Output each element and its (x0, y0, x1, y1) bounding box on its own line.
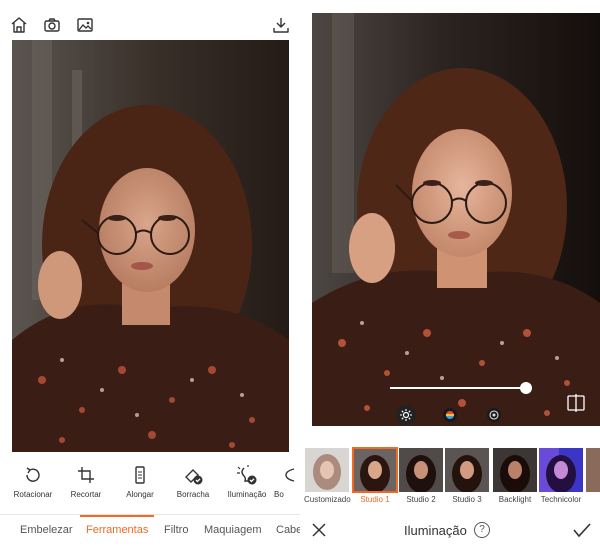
lighting-bottom-bar: Iluminação ? (300, 514, 600, 548)
filter-label: Studio 1 (360, 495, 390, 504)
editor-tools-screen: Rotacionar Recortar Alongar Borracha Ilu… (0, 0, 300, 548)
brightness-icon[interactable] (396, 405, 416, 425)
category-tabs: Embelezar Ferramentas Filtro Maquiagem C… (0, 514, 300, 548)
filter-thumbnail (399, 448, 443, 492)
confirm-icon[interactable] (572, 521, 592, 539)
filter-label: Studio 2 (406, 495, 436, 504)
tab-cabelo[interactable]: Cabe (276, 524, 300, 536)
filter-thumbnail (352, 447, 398, 493)
screen-title: Iluminação (404, 523, 467, 538)
eraser-icon (166, 462, 220, 488)
help-icon[interactable]: ? (474, 522, 490, 538)
cutoff-icon (274, 462, 300, 488)
rotate-icon (6, 462, 60, 488)
lighting-editor-screen: Customizado Studio 1 Studio 2 Studio 3 B… (300, 0, 600, 548)
filter-backlight[interactable]: Backlight (492, 448, 538, 504)
active-tab-indicator (80, 515, 154, 517)
lighting-filter-strip: Customizado Studio 1 Studio 2 Studio 3 B… (300, 447, 600, 508)
tab-ferramentas[interactable]: Ferramentas (86, 524, 148, 536)
portrait-photo (12, 40, 289, 452)
filter-thumbnail (445, 448, 489, 492)
filter-studio-3[interactable]: Studio 3 (444, 448, 490, 504)
tool-lighting[interactable]: Iluminação (220, 462, 274, 510)
filter-studio-1[interactable]: Studio 1 (352, 447, 398, 504)
filter-thumbnail (493, 448, 537, 492)
download-icon[interactable] (270, 14, 292, 36)
home-icon[interactable] (8, 14, 30, 36)
tool-label: Iluminação (227, 490, 267, 499)
gallery-icon[interactable] (74, 14, 96, 36)
filter-label: Backlight (498, 495, 532, 504)
filter-thumbnail (586, 448, 600, 492)
tools-row: Rotacionar Recortar Alongar Borracha Ilu… (0, 462, 300, 510)
portrait-photo-lit (312, 13, 600, 426)
tab-filtro[interactable]: Filtro (164, 524, 188, 536)
tab-maquiagem[interactable]: Maquiagem (204, 524, 261, 536)
lens-icon[interactable] (484, 405, 504, 425)
tool-stretch[interactable]: Alongar (113, 462, 167, 510)
filter-partial[interactable] (586, 448, 600, 492)
tool-partial[interactable]: Bo (274, 462, 300, 510)
filter-thumbnail (305, 448, 349, 492)
filter-label: Technicolor (540, 495, 582, 504)
tool-label: Alongar (126, 490, 154, 499)
crop-icon (59, 462, 113, 488)
tool-eraser[interactable]: Borracha (166, 462, 220, 510)
lighting-icon (220, 462, 274, 488)
intensity-slider-thumb[interactable] (520, 382, 532, 394)
compare-icon[interactable] (566, 394, 586, 412)
camera-icon[interactable] (41, 14, 63, 36)
tool-label: Borracha (176, 490, 210, 499)
tab-embelezar[interactable]: Embelezar (20, 524, 73, 536)
filter-label: Studio 3 (452, 495, 482, 504)
tool-label: Bo (274, 490, 284, 499)
filter-thumbnail (539, 448, 583, 492)
tool-crop[interactable]: Recortar (59, 462, 113, 510)
stretch-icon (113, 462, 167, 488)
top-toolbar (0, 0, 300, 40)
filter-technicolor[interactable]: Technicolor (538, 448, 584, 504)
filter-studio-2[interactable]: Studio 2 (398, 448, 444, 504)
intensity-slider-track[interactable] (390, 387, 520, 389)
close-icon[interactable] (310, 521, 328, 539)
filter-label: Customizado (304, 495, 351, 504)
color-icon[interactable] (440, 405, 460, 425)
tool-label: Rotacionar (13, 490, 53, 499)
tool-rotate[interactable]: Rotacionar (6, 462, 60, 510)
tool-label: Recortar (70, 490, 102, 499)
filter-customizado[interactable]: Customizado (304, 448, 351, 504)
